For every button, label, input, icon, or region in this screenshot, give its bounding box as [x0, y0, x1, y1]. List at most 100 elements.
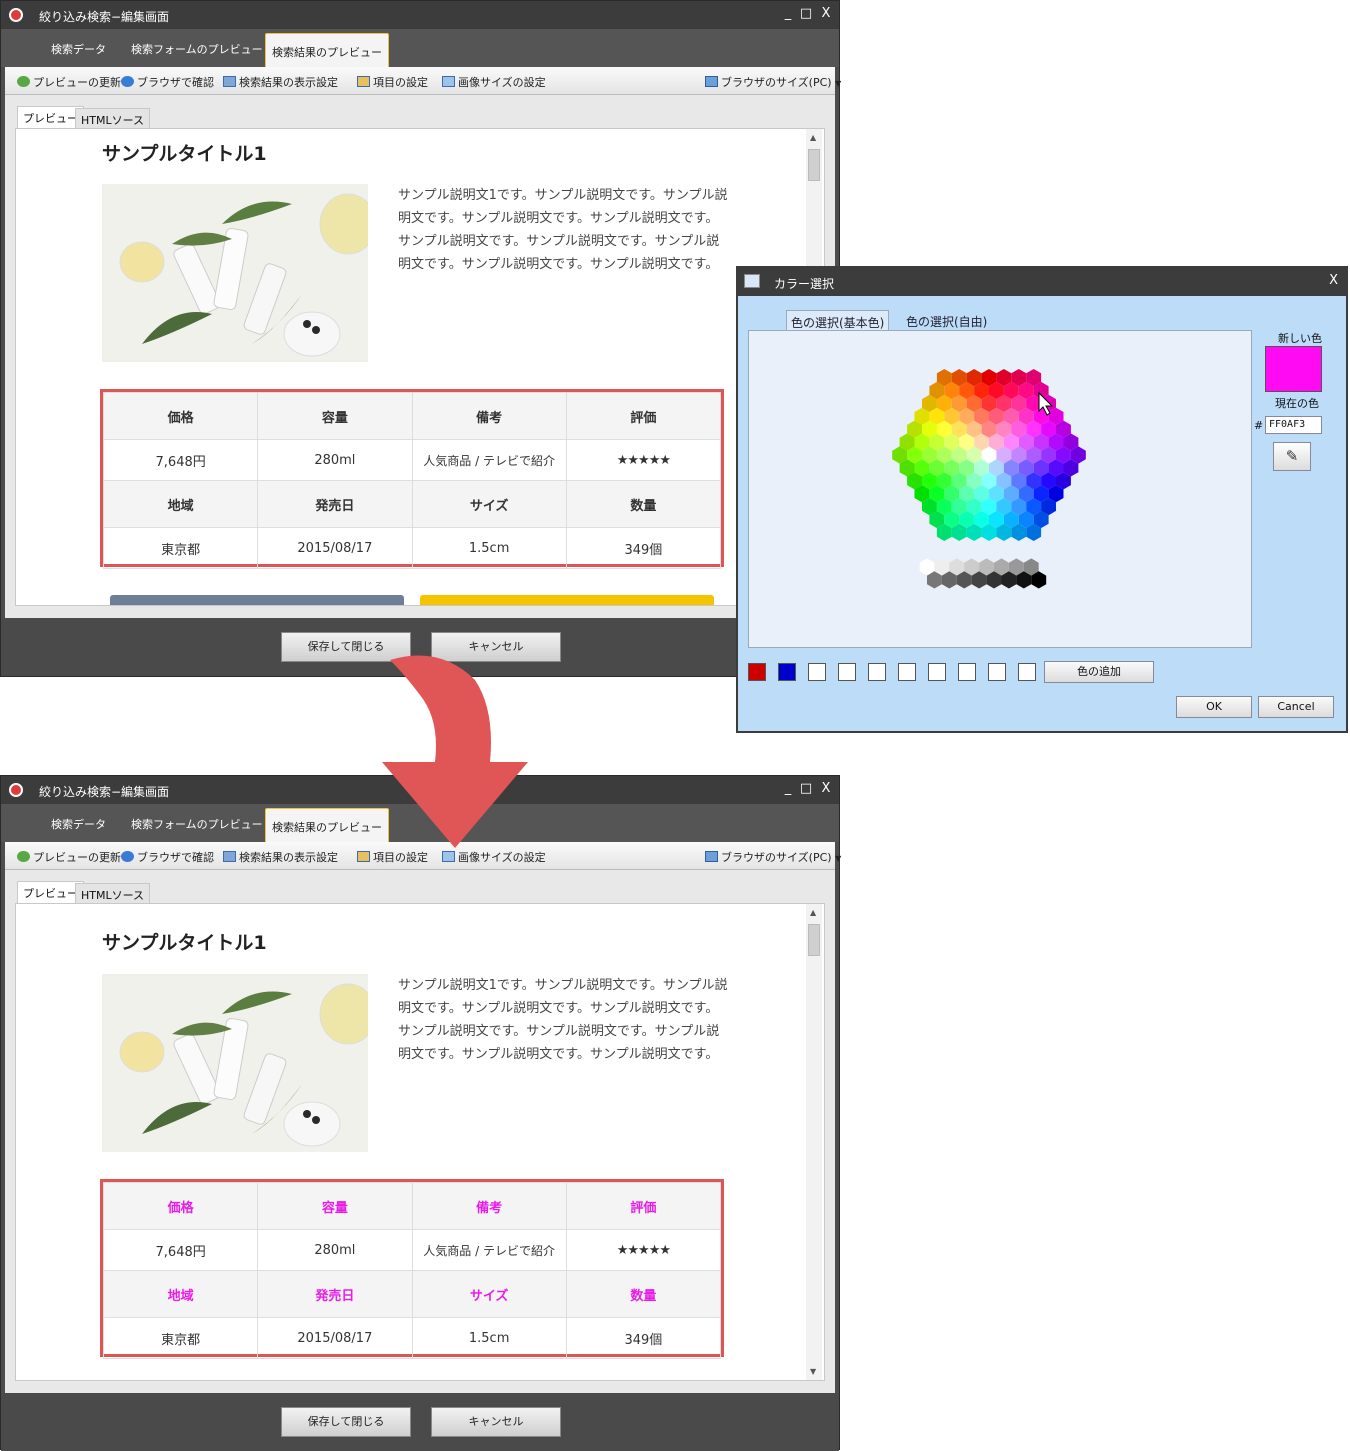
header-region: 地域	[102, 1270, 259, 1318]
custom-color-swatch[interactable]	[898, 663, 916, 681]
refresh-icon	[17, 851, 30, 862]
custom-color-swatch[interactable]	[868, 663, 886, 681]
title-bar: 絞り込み検索−編集画面 _ □ X	[1, 1, 839, 29]
hash-label: #	[1254, 419, 1264, 432]
value-price: 7,648円	[102, 439, 259, 481]
product-photo	[102, 184, 368, 362]
preview-description: サンプル説明文1です。サンプル説明文です。サンプル説明文です。サンプル説明文です…	[398, 978, 728, 1062]
minimize-button[interactable]: _	[781, 781, 795, 796]
scrollbar[interactable]: ▲ ▼	[806, 904, 822, 1380]
custom-color-swatch[interactable]	[988, 663, 1006, 681]
tab-custom-colors[interactable]: 色の選択(自由)	[902, 310, 991, 330]
hex-color-input[interactable]: FF0AF3	[1265, 416, 1322, 434]
dialog-cancel-button[interactable]: Cancel	[1258, 696, 1334, 718]
custom-color-swatch[interactable]	[928, 663, 946, 681]
window-title: 絞り込み検索−編集画面	[39, 10, 170, 24]
value-size: 1.5cm	[411, 1317, 567, 1359]
value-note: 人気商品 / テレビで紹介	[411, 439, 567, 481]
custom-color-swatch[interactable]	[808, 663, 826, 681]
save-close-button[interactable]: 保存して閉じる	[281, 1407, 411, 1437]
tab-result-preview[interactable]: 検索結果のプレビュー	[265, 33, 389, 67]
close-button[interactable]: X	[819, 781, 833, 796]
image-size-label: 画像サイズの設定	[458, 76, 546, 89]
subtab-html-source[interactable]: HTMLソース	[75, 108, 151, 128]
value-note: 人気商品 / テレビで紹介	[411, 1229, 567, 1271]
item-settings-button[interactable]: 項目の設定	[357, 849, 428, 865]
header-size: サイズ	[411, 480, 567, 528]
table-icon	[357, 851, 370, 862]
item-settings-button[interactable]: 項目の設定	[357, 74, 428, 90]
dialog-icon	[744, 274, 760, 288]
header-size: サイズ	[411, 1270, 567, 1318]
result-display-settings-button[interactable]: 検索結果の表示設定	[223, 74, 338, 90]
cancel-button[interactable]: キャンセル	[431, 1407, 561, 1437]
custom-color-swatch[interactable]	[748, 663, 766, 681]
tab-result-preview[interactable]: 検索結果のプレビュー	[265, 808, 389, 842]
footer: 保存して閉じる キャンセル	[1, 1393, 839, 1451]
eyedropper-button[interactable]: ✎	[1273, 442, 1311, 471]
spec-table: 価格 容量 備考 評価 7,648円 280ml 人気商品 / テレビで紹介 ★…	[102, 1182, 722, 1359]
scroll-thumb[interactable]	[808, 149, 820, 181]
custom-color-swatch[interactable]	[838, 663, 856, 681]
header-note: 備考	[411, 392, 567, 440]
tab-search-data[interactable]: 検索データ	[51, 41, 106, 57]
hexagon-color-picker[interactable]	[749, 331, 1253, 649]
result-display-label: 検索結果の表示設定	[239, 851, 338, 864]
subtab-preview[interactable]: プレビュー	[17, 106, 84, 128]
down-arrow-icon	[382, 655, 528, 848]
image-size-button[interactable]: 画像サイズの設定	[442, 74, 546, 90]
browser-size-dropdown[interactable]: ブラウザのサイズ(PC) ▼	[705, 74, 841, 90]
tab-form-preview[interactable]: 検索フォームのプレビュー	[131, 41, 263, 57]
header-region: 地域	[102, 480, 259, 528]
maximize-button[interactable]: □	[799, 781, 813, 796]
spec-table-highlight: 価格 容量 備考 評価 7,648円 280ml 人気商品 / テレビで紹介 ★…	[100, 1179, 724, 1359]
grid-icon	[223, 851, 236, 862]
refresh-preview-button[interactable]: プレビューの更新	[17, 849, 121, 865]
main-tabs: 検索データ 検索フォームのプレビュー 検索結果のプレビュー	[1, 29, 839, 67]
image-icon	[442, 851, 455, 862]
close-button[interactable]: X	[819, 6, 833, 21]
scroll-thumb[interactable]	[808, 924, 820, 956]
tab-search-data[interactable]: 検索データ	[51, 816, 106, 832]
new-color-label: 新しい色	[1278, 332, 1322, 345]
scroll-down-icon[interactable]: ▼	[810, 1367, 816, 1376]
preview-area: プレビュー HTMLソース サンプルタイトル1 サンプル説明文1です。サンプル説…	[5, 870, 835, 1393]
value-release-date: 2015/08/17	[257, 1317, 413, 1359]
dropdown-arrow-icon: ▼	[835, 854, 842, 863]
custom-color-swatch[interactable]	[1018, 663, 1036, 681]
tab-form-preview[interactable]: 検索フォームのプレビュー	[131, 816, 263, 832]
header-note: 備考	[411, 1182, 567, 1230]
dialog-close-button[interactable]: X	[1329, 273, 1338, 288]
browser-check-button[interactable]: ブラウザで確認	[121, 74, 214, 90]
monitor-icon	[705, 851, 718, 862]
monitor-icon	[705, 76, 718, 87]
subtab-preview[interactable]: プレビュー	[17, 881, 84, 903]
editor-window-before: 絞り込み検索−編集画面 _ □ X 検索データ 検索フォームのプレビュー 検索結…	[0, 0, 841, 677]
app-icon	[9, 783, 23, 797]
add-color-button[interactable]: 色の追加	[1044, 661, 1154, 683]
value-quantity: 349個	[565, 527, 722, 569]
item-settings-label: 項目の設定	[373, 76, 428, 89]
refresh-label: プレビューの更新	[33, 851, 121, 864]
scroll-up-icon[interactable]: ▲	[810, 908, 816, 917]
preview-pane: サンプルタイトル1 サンプル説明文1です。サンプル説明文です。サンプル説明文です…	[15, 903, 825, 1381]
value-volume: 280ml	[257, 1229, 413, 1271]
custom-color-swatch[interactable]	[958, 663, 976, 681]
refresh-preview-button[interactable]: プレビューの更新	[17, 74, 121, 90]
color-palette[interactable]	[748, 330, 1252, 648]
maximize-button[interactable]: □	[799, 6, 813, 21]
image-size-button[interactable]: 画像サイズの設定	[442, 849, 546, 865]
dialog-title: カラー選択	[774, 277, 835, 291]
browser-check-button[interactable]: ブラウザで確認	[121, 849, 214, 865]
custom-color-swatch[interactable]	[778, 663, 796, 681]
browser-size-dropdown[interactable]: ブラウザのサイズ(PC) ▼	[705, 849, 841, 865]
result-display-settings-button[interactable]: 検索結果の表示設定	[223, 849, 338, 865]
preview-pane: サンプルタイトル1 サンプル説明文1です。サンプル説明文です。サンプル説明文です…	[15, 128, 825, 606]
editor-window-after: 絞り込み検索−編集画面 _ □ X 検索データ 検索フォームのプレビュー 検索結…	[0, 775, 841, 1451]
grid-icon	[223, 76, 236, 87]
minimize-button[interactable]: _	[781, 6, 795, 21]
scroll-up-icon[interactable]: ▲	[810, 133, 816, 142]
subtab-html-source[interactable]: HTMLソース	[75, 883, 151, 903]
ok-button[interactable]: OK	[1176, 696, 1252, 718]
tab-basic-colors[interactable]: 色の選択(基本色)	[786, 310, 890, 330]
